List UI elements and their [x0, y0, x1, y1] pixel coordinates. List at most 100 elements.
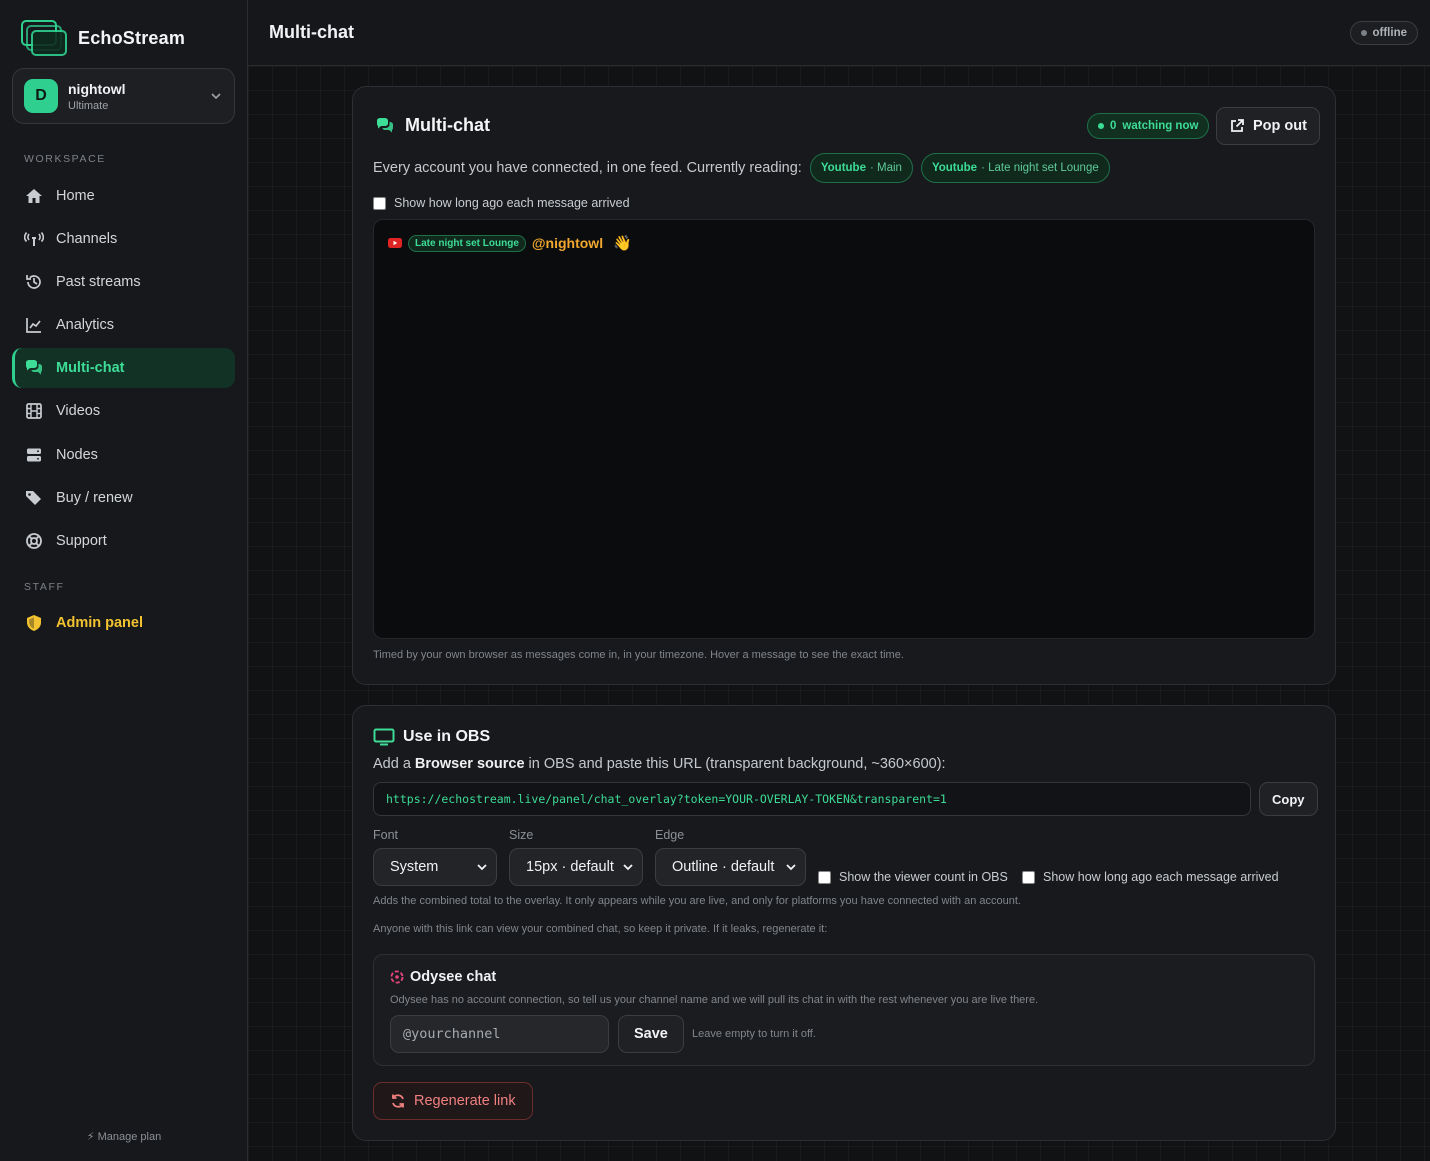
viewer-count-toggle[interactable]: Show the viewer count in OBS — [818, 870, 1008, 884]
multichat-title: Multi-chat — [373, 115, 490, 136]
tags-icon — [26, 491, 41, 505]
chart-line-icon — [26, 318, 41, 333]
chat-message-text: 👋 — [613, 235, 632, 252]
size-select-value: 15px · default — [526, 859, 614, 875]
odysee-title-text: Odysee chat — [410, 969, 497, 985]
odysee-hint: Leave empty to turn it off. — [692, 1028, 816, 1040]
obs-card: Use in OBS Add a Browser source in OBS a… — [352, 705, 1336, 1141]
watching-label: watching now — [1122, 120, 1199, 132]
logo-icon — [21, 20, 67, 56]
source-name: · Late night set Lounge — [981, 162, 1099, 174]
obs-desc-suffix: in OBS and paste this URL (transparent b… — [524, 756, 946, 772]
sidebar-item-label: Support — [56, 533, 107, 549]
obs-show-time-label: Show how long ago each message arrived — [1043, 870, 1279, 884]
sidebar-item-label: Nodes — [56, 447, 98, 463]
app-name: EchoStream — [78, 27, 186, 48]
chat-username[interactable]: @nightowl — [532, 235, 603, 251]
manage-plan-link[interactable]: ⚡ Manage plan — [0, 1130, 248, 1143]
chat-channel-chip: Late night set Lounge — [408, 234, 526, 252]
size-select[interactable]: 15px · default — [509, 848, 643, 886]
obs-description: Add a Browser source in OBS and paste th… — [373, 756, 946, 772]
status-dot — [1360, 30, 1367, 36]
sidebar-item-label: Videos — [56, 403, 101, 419]
odysee-description: Odysee has no account connection, so tel… — [390, 994, 1039, 1006]
reading-text: Every account you have connected, in one… — [373, 160, 802, 176]
sidebar-item-channels[interactable]: Channels — [12, 219, 235, 259]
lifebuoy-icon — [26, 533, 42, 549]
viewer-count-note: Adds the combined total to the overlay. … — [373, 895, 1021, 907]
obs-desc-bold: Browser source — [414, 756, 525, 772]
edge-label: Edge — [655, 828, 685, 842]
antenna-icon — [24, 232, 44, 246]
regenerate-link-button[interactable]: Regenerate link — [373, 1082, 533, 1120]
sidebar-item-nodes[interactable]: Nodes — [12, 435, 235, 475]
reading-line: Every account you have connected, in one… — [373, 153, 1110, 183]
topbar: Multi-chat offline — [248, 0, 1430, 66]
chat-feed[interactable]: Late night set Lounge @nightowl 👋 — [373, 219, 1315, 639]
sidebar-item-videos[interactable]: Videos — [12, 391, 235, 431]
sidebar-item-admin-panel[interactable]: Admin panel — [12, 603, 235, 643]
pop-out-label: Pop out — [1253, 118, 1307, 134]
source-platform: Youtube — [931, 162, 978, 174]
sidebar-item-multi-chat[interactable]: Multi-chat — [12, 348, 235, 388]
sidebar-item-analytics[interactable]: Analytics — [12, 305, 235, 345]
viewer-count-checkbox[interactable] — [818, 870, 831, 884]
viewer-count-label: Show the viewer count in OBS — [839, 870, 1008, 884]
sidebar-item-label: Multi-chat — [56, 360, 125, 376]
avatar: D — [24, 79, 58, 113]
chevron-down-icon — [211, 93, 221, 100]
history-icon — [26, 275, 41, 289]
show-time-checkbox[interactable] — [373, 196, 386, 210]
private-link-note: Anyone with this link can view your comb… — [373, 923, 828, 935]
sidebar-item-home[interactable]: Home — [12, 176, 235, 216]
multichat-card: Multi-chat 0 watching now Pop out Every … — [352, 86, 1336, 685]
status-text: offline — [1372, 27, 1408, 39]
refresh-icon — [392, 1094, 404, 1108]
odysee-icon — [390, 970, 404, 984]
sidebar-item-past-streams[interactable]: Past streams — [12, 262, 235, 302]
copy-button[interactable]: Copy — [1259, 782, 1318, 816]
page-title: Multi-chat — [269, 22, 354, 42]
sidebar-item-support[interactable]: Support — [12, 521, 235, 561]
source-chip[interactable]: Youtube · Late night set Lounge — [920, 153, 1110, 183]
youtube-icon — [388, 238, 402, 248]
show-time-toggle[interactable]: Show how long ago each message arrived — [373, 196, 630, 210]
odysee-channel-input[interactable] — [390, 1015, 609, 1053]
sidebar-item-label: Past streams — [56, 274, 141, 290]
chevron-down-icon — [623, 864, 633, 871]
size-label: Size — [509, 828, 534, 842]
font-select[interactable]: System — [373, 848, 497, 886]
brand[interactable]: EchoStream — [20, 19, 185, 57]
save-button[interactable]: Save — [618, 1015, 684, 1053]
multichat-title-text: Multi-chat — [405, 115, 490, 135]
film-icon — [26, 403, 42, 419]
status-badge: offline — [1349, 21, 1418, 45]
chat-bubbles-icon — [26, 360, 42, 375]
obs-title: Use in OBS — [373, 728, 490, 746]
account-switcher[interactable]: D nightowl Ultimate — [12, 68, 235, 124]
chat-bubbles-icon — [377, 117, 393, 132]
edge-select-value: Outline · default — [672, 859, 775, 875]
font-label: Font — [373, 828, 399, 842]
odysee-panel: Odysee chat Odysee has no account connec… — [373, 954, 1315, 1066]
live-dot — [1098, 123, 1104, 129]
sidebar: EchoStream D nightowl Ultimate WORKSPACE… — [0, 0, 248, 1161]
sidebar-item-label: Buy / renew — [56, 490, 133, 506]
obs-show-time-checkbox[interactable] — [1022, 870, 1035, 884]
home-icon — [26, 189, 42, 203]
sidebar-item-buy-renew[interactable]: Buy / renew — [12, 478, 235, 518]
server-icon — [27, 448, 41, 462]
sidebar-item-label: Admin panel — [56, 615, 144, 631]
regenerate-label: Regenerate link — [414, 1093, 516, 1109]
external-link-icon — [1231, 119, 1244, 132]
shield-icon — [27, 615, 41, 631]
pop-out-button[interactable]: Pop out — [1216, 107, 1320, 145]
odysee-title: Odysee chat — [390, 969, 496, 985]
sidebar-item-label: Channels — [56, 231, 118, 247]
edge-select[interactable]: Outline · default — [655, 848, 806, 886]
overlay-url-field[interactable]: https://echostream.live/panel/chat_overl… — [373, 782, 1251, 816]
chat-message: Late night set Lounge @nightowl 👋 — [388, 234, 632, 252]
source-chip[interactable]: Youtube · Main — [809, 153, 913, 183]
obs-show-time-toggle[interactable]: Show how long ago each message arrived — [1022, 870, 1279, 884]
obs-desc-prefix: Add a — [373, 756, 415, 772]
